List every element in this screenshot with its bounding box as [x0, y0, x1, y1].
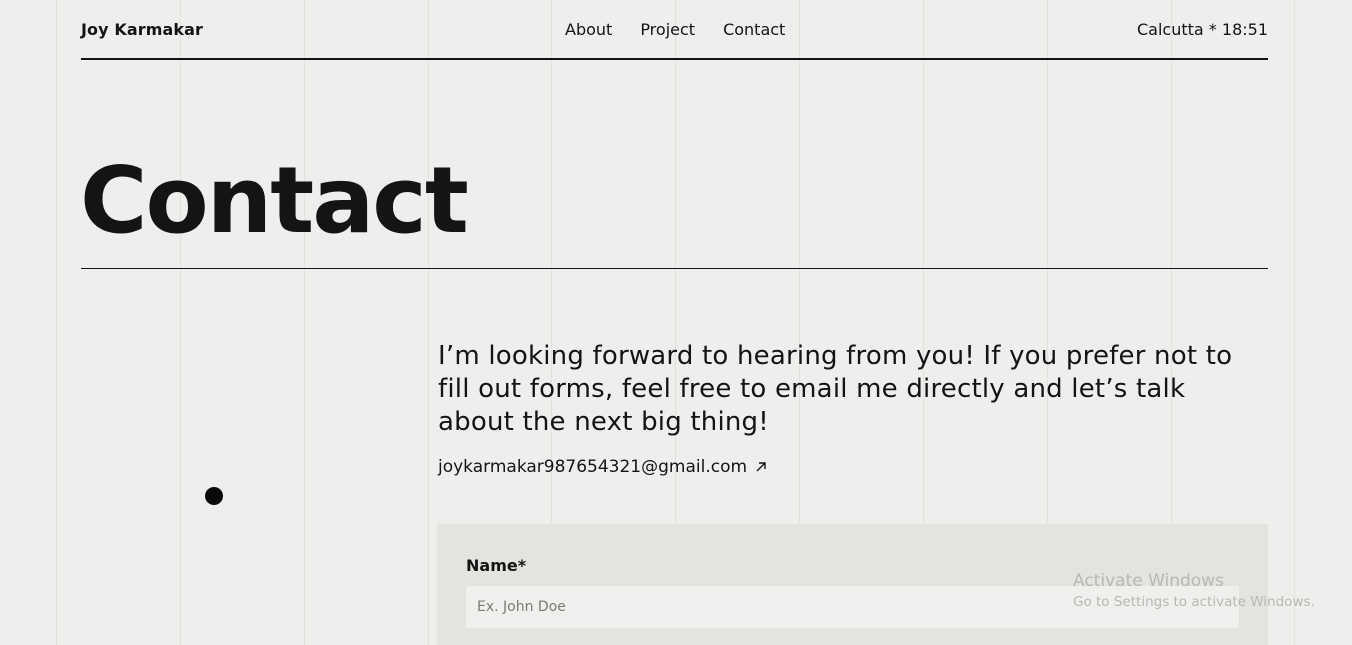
arrow-up-right-icon	[755, 461, 767, 473]
grid-line	[180, 0, 181, 645]
grid-line	[428, 0, 429, 645]
cursor-dot	[205, 487, 223, 505]
name-field-label: Name*	[466, 556, 527, 575]
grid-line	[304, 0, 305, 645]
email-link[interactable]: joykarmakar987654321@gmail.com	[438, 457, 767, 477]
name-input[interactable]	[466, 586, 1239, 628]
title-divider	[81, 268, 1268, 269]
site-header: Joy Karmakar About Project Contact Calcu…	[81, 0, 1268, 60]
grid-line	[1294, 0, 1295, 645]
brand-link[interactable]: Joy Karmakar	[81, 20, 203, 39]
nav-item-about[interactable]: About	[565, 20, 612, 39]
page-title: Contact	[80, 147, 469, 254]
nav-item-project[interactable]: Project	[640, 20, 695, 39]
contact-form: Name*	[437, 524, 1268, 645]
nav-item-contact[interactable]: Contact	[723, 20, 785, 39]
email-address: joykarmakar987654321@gmail.com	[438, 457, 748, 477]
location-clock: Calcutta * 18:51	[1137, 20, 1268, 39]
intro-text: I’m looking forward to hearing from you!…	[438, 341, 1233, 437]
main-nav: About Project Contact	[565, 20, 785, 39]
grid-line	[56, 0, 57, 645]
